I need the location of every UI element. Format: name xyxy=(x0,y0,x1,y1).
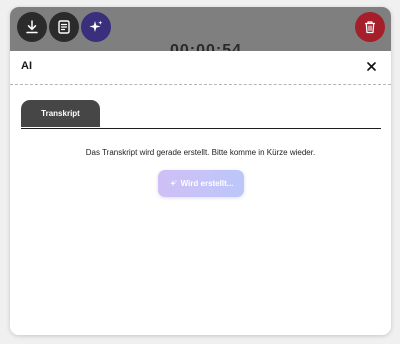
ai-modal-card: 00:00:54 AI Transkript Das Transkript wi… xyxy=(10,7,391,335)
transcript-status-message: Das Transkript wird gerade erstellt. Bit… xyxy=(85,148,316,157)
recording-title-partial: 00:00:54 xyxy=(170,42,243,52)
notes-icon xyxy=(58,20,70,34)
panel-title: AI xyxy=(21,60,32,72)
creating-button-label: Wird erstellt... xyxy=(180,179,234,188)
sparkle-icon xyxy=(169,179,177,187)
panel-header: AI xyxy=(10,51,391,85)
ai-sparkle-icon xyxy=(89,20,103,32)
download-button[interactable] xyxy=(17,12,47,42)
ai-panel: AI Transkript Das Transkript wird gerade… xyxy=(10,51,391,335)
notes-button[interactable] xyxy=(49,12,79,42)
ai-button[interactable] xyxy=(81,12,111,42)
trash-icon xyxy=(365,21,375,34)
close-button[interactable] xyxy=(364,59,378,73)
tab-transkript[interactable]: Transkript xyxy=(21,100,100,127)
top-toolbar: 00:00:54 xyxy=(10,7,391,52)
creating-button: Wird erstellt... xyxy=(158,170,244,197)
tab-bar: Transkript xyxy=(21,100,381,129)
close-icon xyxy=(366,61,376,71)
stage: 00:00:54 AI Transkript Das Transkript wi… xyxy=(0,0,400,344)
delete-button[interactable] xyxy=(355,12,385,42)
download-icon xyxy=(26,20,38,34)
